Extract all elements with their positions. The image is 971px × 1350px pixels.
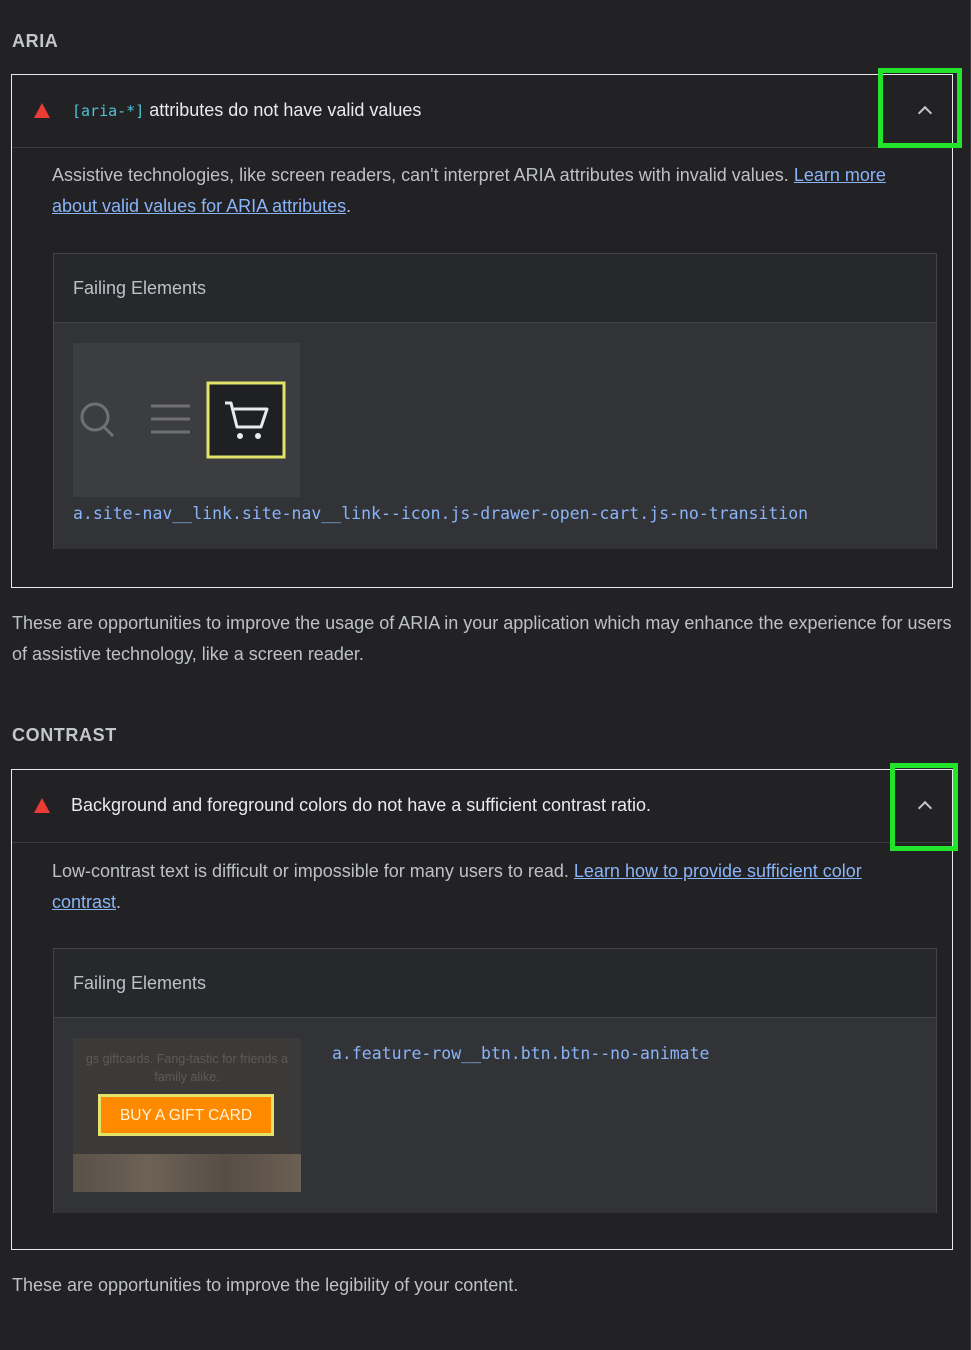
aria-audit-title-text: attributes do not have valid values	[149, 100, 422, 120]
thumb-image-strip	[73, 1154, 301, 1192]
thumb-text-line: gs giftcards. Fang-tastic for friends a	[85, 1052, 289, 1066]
contrast-audit-title: Background and foreground colors do not …	[71, 795, 652, 815]
nav-icons-thumbnail	[73, 343, 300, 497]
aria-audit-card: [aria-*] attributes do not have valid val…	[11, 74, 953, 588]
contrast-failing-elements-table: Failing Elements gs giftcards. Fang-tast…	[53, 948, 937, 1213]
contrast-chevron-highlight	[890, 763, 958, 851]
aria-attribute-code: [aria-*]	[72, 102, 145, 120]
aria-audit-title: [aria-*] attributes do not have valid val…	[72, 100, 421, 121]
contrast-failing-selector[interactable]: a.feature-row__btn.btn.btn--no-animate	[332, 1044, 710, 1063]
contrast-failing-elements-header: Failing Elements	[54, 949, 936, 1018]
contrast-element-screenshot: gs giftcards. Fang-tastic for friends a …	[73, 1038, 301, 1192]
aria-failing-elements-label: Failing Elements	[73, 278, 207, 298]
aria-failing-selector[interactable]: a.site-nav__link.site-nav__link--icon.js…	[73, 504, 808, 523]
contrast-audit-description: Low-contrast text is difficult or imposs…	[52, 856, 932, 918]
aria-group-footer: These are opportunities to improve the u…	[12, 613, 952, 664]
aria-audit-header[interactable]: [aria-*] attributes do not have valid val…	[12, 75, 952, 148]
aria-failing-elements-header: Failing Elements	[54, 254, 936, 323]
contrast-group-title: CONTRAST	[12, 725, 117, 745]
contrast-failing-element-row: gs giftcards. Fang-tastic for friends a …	[54, 1018, 936, 1213]
contrast-group-footer: These are opportunities to improve the l…	[12, 1275, 519, 1295]
contrast-audit-header[interactable]: Background and foreground colors do not …	[12, 770, 952, 843]
aria-failing-elements-table: Failing Elements a.site-nav__link.site-n…	[53, 253, 937, 549]
warning-triangle-icon	[34, 103, 50, 118]
aria-audit-description: Assistive technologies, like screen read…	[52, 160, 932, 222]
aria-element-screenshot	[73, 343, 300, 497]
contrast-audit-card: Background and foreground colors do not …	[11, 769, 953, 1250]
thumb-text-line: family alike.	[154, 1070, 220, 1084]
aria-description-period: .	[346, 196, 352, 216]
contrast-description-text: Low-contrast text is difficult or imposs…	[52, 861, 569, 881]
contrast-description-period: .	[116, 892, 122, 912]
gift-card-highlight: BUY A GIFT CARD	[98, 1094, 274, 1136]
lighthouse-report-panel: ARIA [aria-*] attributes do not have vali…	[0, 0, 971, 1350]
buy-gift-card-button: BUY A GIFT CARD	[119, 1107, 253, 1124]
aria-description-text: Assistive technologies, like screen read…	[52, 165, 789, 185]
aria-chevron-highlight	[878, 68, 962, 148]
warning-triangle-icon	[34, 798, 50, 813]
cart-highlight-box	[206, 381, 286, 459]
aria-failing-element-row: a.site-nav__link.site-nav__link--icon.js…	[54, 323, 936, 549]
contrast-failing-elements-label: Failing Elements	[73, 973, 207, 993]
aria-group-title: ARIA	[12, 31, 59, 51]
